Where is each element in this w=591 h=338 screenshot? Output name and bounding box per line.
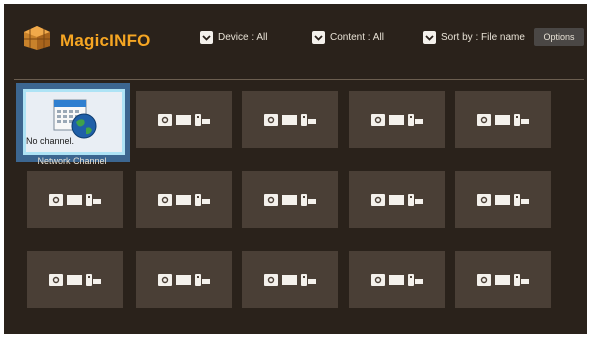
content-filter-dropdown[interactable]: Content : All	[312, 31, 384, 44]
content-tile[interactable]	[349, 91, 445, 148]
content-tile[interactable]	[455, 91, 551, 148]
content-tile[interactable]	[349, 171, 445, 228]
channel-status-text: No channel.	[26, 136, 75, 146]
app-title: MagicINFO	[60, 31, 151, 50]
device-filter-label: Device : All	[218, 32, 268, 43]
device-placeholder-icon	[477, 113, 529, 126]
content-tile[interactable]	[349, 251, 445, 308]
content-filter-label: Content : All	[330, 32, 384, 43]
device-placeholder-icon	[158, 113, 210, 126]
device-placeholder-icon	[264, 193, 316, 206]
chevron-down-icon	[200, 31, 213, 44]
content-tile[interactable]	[27, 251, 123, 308]
device-placeholder-icon	[158, 193, 210, 206]
chevron-down-icon	[423, 31, 436, 44]
content-tile[interactable]	[27, 171, 123, 228]
device-placeholder-icon	[371, 273, 423, 286]
device-filter-dropdown[interactable]: Device : All	[200, 31, 267, 44]
content-tile[interactable]	[242, 251, 338, 308]
sort-dropdown[interactable]: Sort by : File name	[423, 31, 525, 44]
device-placeholder-icon	[49, 273, 101, 286]
magicinfo-logo-icon	[24, 26, 50, 50]
header-divider	[14, 79, 584, 80]
sort-label: Sort by : File name	[441, 32, 525, 43]
device-placeholder-icon	[371, 193, 423, 206]
device-placeholder-icon	[49, 193, 101, 206]
content-tile[interactable]	[242, 91, 338, 148]
network-channel-label: Network Channel	[37, 156, 107, 166]
options-button[interactable]: Options	[534, 28, 584, 46]
content-tile[interactable]	[136, 251, 232, 308]
calendar-globe-icon	[53, 99, 97, 139]
device-placeholder-icon	[477, 273, 529, 286]
device-placeholder-icon	[371, 113, 423, 126]
content-tile[interactable]	[242, 171, 338, 228]
device-placeholder-icon	[477, 193, 529, 206]
chevron-down-icon	[312, 31, 325, 44]
device-placeholder-icon	[158, 273, 210, 286]
content-tile[interactable]	[455, 251, 551, 308]
magicinfo-screen: MagicINFO Device : All Content : All Sor…	[4, 4, 587, 334]
content-tile[interactable]	[455, 171, 551, 228]
device-placeholder-icon	[264, 113, 316, 126]
device-placeholder-icon	[264, 273, 316, 286]
content-tile[interactable]	[136, 91, 232, 148]
content-tile[interactable]	[136, 171, 232, 228]
